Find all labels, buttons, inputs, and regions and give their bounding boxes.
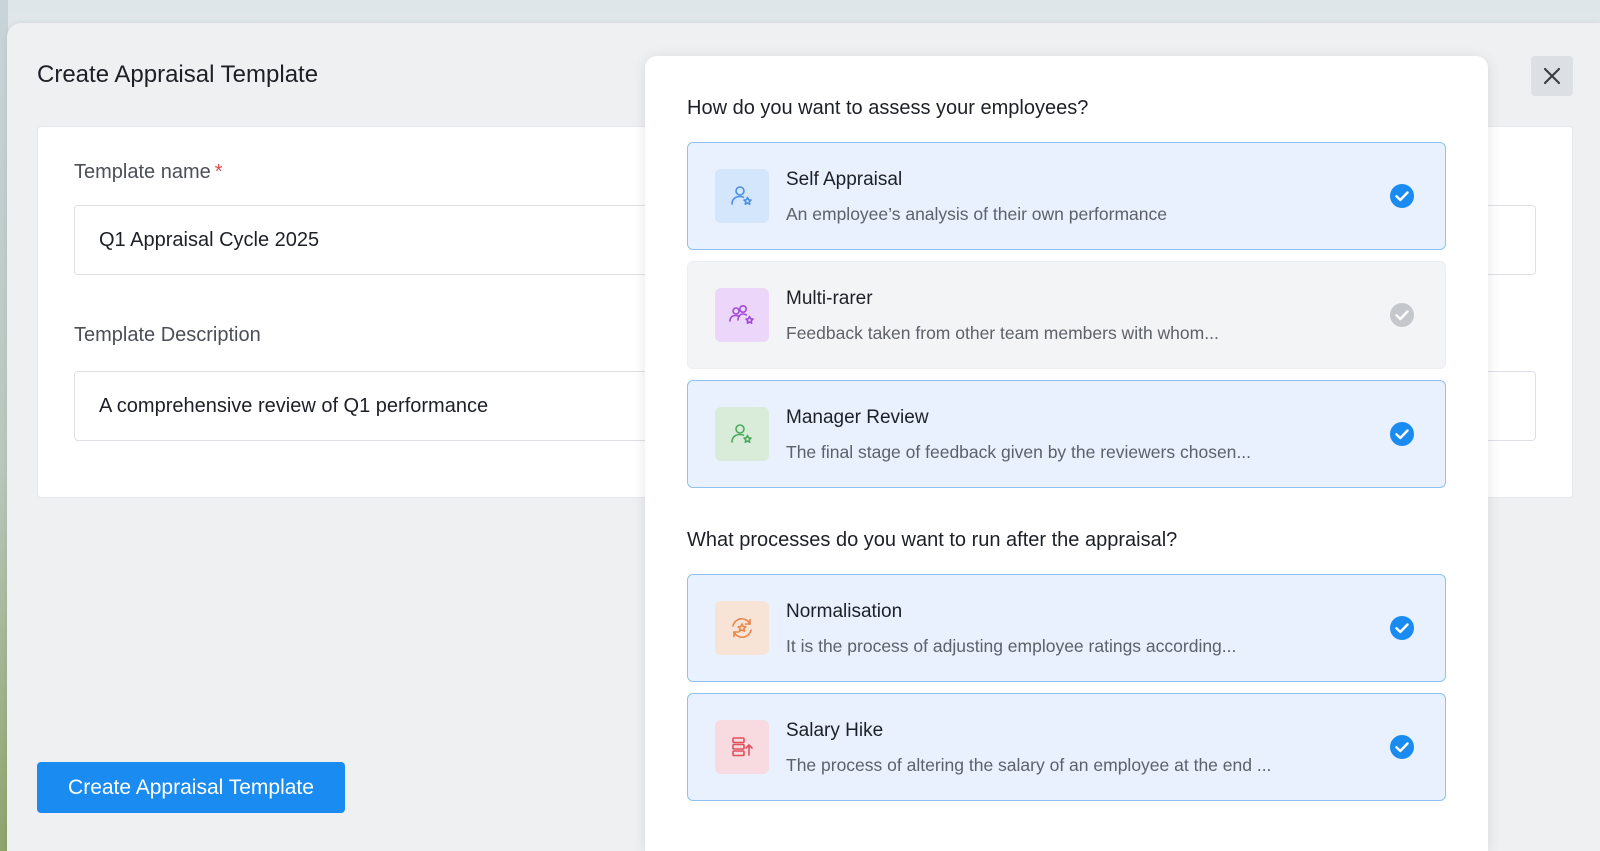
- group-star-icon: [715, 288, 769, 342]
- option-description: It is the process of adjusting employee …: [786, 636, 1237, 656]
- required-star: *: [214, 161, 223, 183]
- process-section-title: What processes do you want to run after …: [687, 529, 1178, 551]
- close-icon: [1543, 67, 1561, 85]
- modal-title: Create Appraisal Template: [37, 61, 319, 88]
- option-title: Manager Review: [786, 407, 929, 428]
- option-card-self-appraisal[interactable]: Self Appraisal An employee’s analysis of …: [687, 142, 1446, 250]
- option-card-normalisation[interactable]: Normalisation It is the process of adjust…: [687, 574, 1446, 682]
- template-description-label: Template Description: [74, 324, 261, 346]
- assessment-options-panel: How do you want to assess your employees…: [645, 56, 1488, 851]
- check-circle-icon[interactable]: [1389, 421, 1415, 447]
- option-card-manager-review[interactable]: Manager Review The final stage of feedbac…: [687, 380, 1446, 488]
- option-description: An employee’s analysis of their own perf…: [786, 204, 1167, 224]
- option-description: The process of altering the salary of an…: [786, 755, 1272, 775]
- option-title: Normalisation: [786, 601, 903, 622]
- option-description: The final stage of feedback given by the…: [786, 442, 1251, 462]
- option-title: Self Appraisal: [786, 169, 903, 190]
- option-title: Salary Hike: [786, 720, 884, 741]
- money-stack-icon: [715, 720, 769, 774]
- cycle-star-icon: [715, 601, 769, 655]
- option-title: Multi-rarer: [786, 288, 873, 309]
- check-circle-icon[interactable]: [1389, 615, 1415, 641]
- option-card-multi-rarer[interactable]: Multi-rarer Feedback taken from other tea…: [687, 261, 1446, 369]
- check-circle-unselected-icon[interactable]: [1389, 302, 1415, 328]
- close-button[interactable]: [1531, 56, 1573, 96]
- option-card-salary-hike[interactable]: Salary Hike The process of altering the s…: [687, 693, 1446, 801]
- assess-section-title: How do you want to assess your employees…: [687, 97, 1089, 119]
- template-name-label-text: Template name: [74, 161, 211, 183]
- option-description: Feedback taken from other team members w…: [786, 323, 1219, 343]
- check-circle-icon[interactable]: [1389, 734, 1415, 760]
- template-name-label: Template name *: [74, 161, 223, 184]
- person-star-icon: [715, 407, 769, 461]
- person-star-icon: [715, 169, 769, 223]
- create-appraisal-template-button[interactable]: Create Appraisal Template: [37, 762, 345, 813]
- check-circle-icon[interactable]: [1389, 183, 1415, 209]
